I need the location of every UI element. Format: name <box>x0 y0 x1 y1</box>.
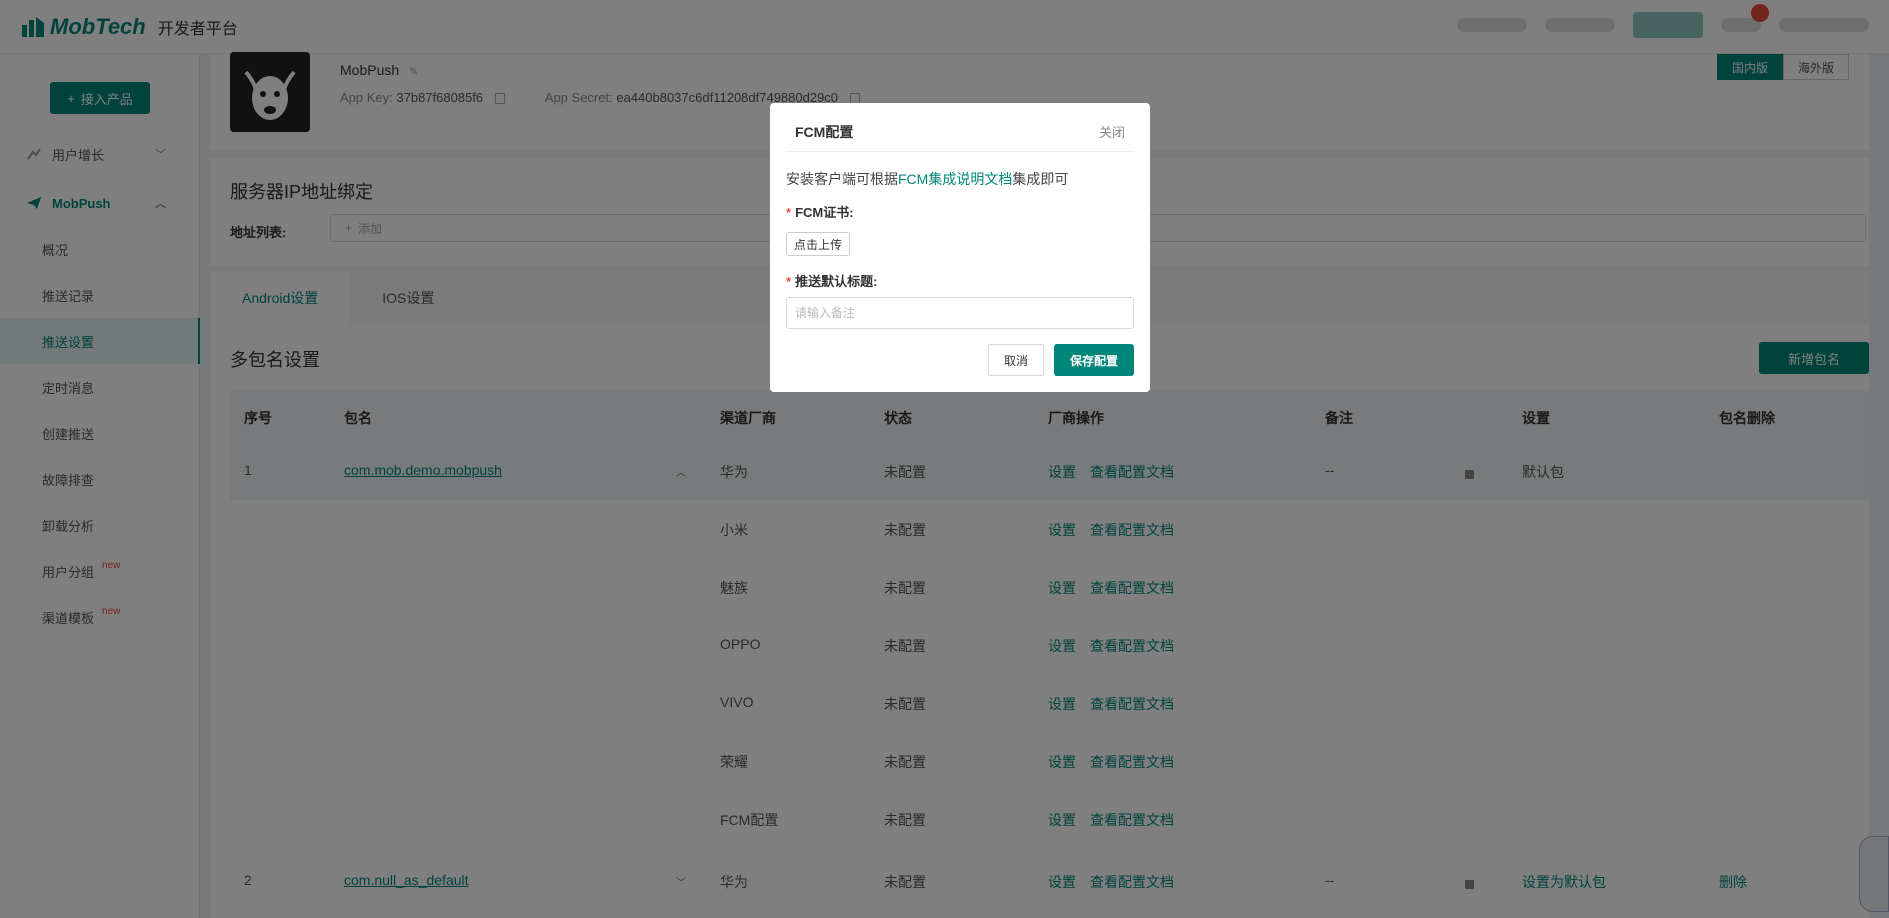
divider <box>786 151 1134 152</box>
save-config-button[interactable]: 保存配置 <box>1054 344 1134 376</box>
dialog-description: 安装客户端可根据FCM集成说明文档集成即可 <box>786 169 1068 189</box>
push-title-label: * 推送默认标题: <box>786 271 877 290</box>
desc-suffix: 集成即可 <box>1012 171 1069 187</box>
dialog-close-button[interactable]: 关闭 <box>1099 122 1125 141</box>
push-title-input[interactable] <box>786 297 1134 329</box>
fcm-cert-label-text: FCM证书: <box>795 205 854 220</box>
required-asterisk: * <box>786 205 792 220</box>
cancel-button[interactable]: 取消 <box>988 344 1044 376</box>
desc-prefix: 安装客户端可根据 <box>786 171 898 187</box>
upload-button[interactable]: 点击上传 <box>786 232 850 256</box>
push-title-label-text: 推送默认标题: <box>795 274 878 289</box>
required-asterisk: * <box>786 274 792 289</box>
fcm-config-dialog: FCM配置 关闭 安装客户端可根据FCM集成说明文档集成即可 * FCM证书: 点… <box>770 103 1150 392</box>
dialog-title: FCM配置 <box>795 124 854 140</box>
fcm-cert-label: * FCM证书: <box>786 202 854 221</box>
fcm-doc-link[interactable]: FCM集成说明文档 <box>898 171 1012 187</box>
